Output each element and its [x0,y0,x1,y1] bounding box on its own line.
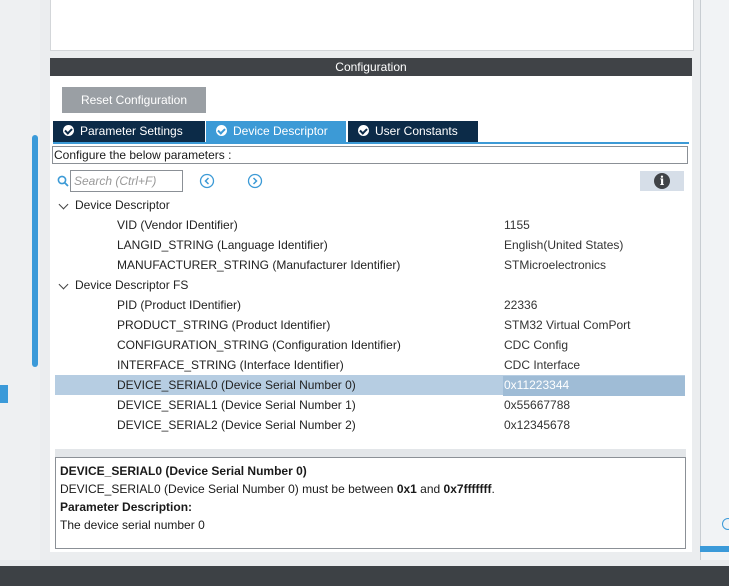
param-name: CONFIGURATION_STRING (Configuration Iden… [117,338,401,352]
tab-parameter-settings[interactable]: Parameter Settings [53,121,205,142]
param-row-device-serial0-value: 0x11223344 [55,375,685,395]
param-name: MANUFACTURER_STRING (Manufacturer Identi… [117,258,401,272]
tab-device-descriptor[interactable]: Device Descriptor [206,121,346,142]
top-panel [50,0,694,51]
check-circle-icon [216,125,227,136]
param-value[interactable]: 0x11223344 [504,375,569,395]
param-name: DEVICE_SERIAL1 (Device Serial Number 1) [117,398,356,412]
tab-user-constants[interactable]: User Constants [348,121,478,142]
param-row-interface[interactable]: INTERFACE_STRING (Interface Identifier) … [55,355,685,375]
previous-result-icon[interactable] [199,173,215,189]
tab-label: User Constants [375,124,458,138]
description-title: DEVICE_SERIAL0 (Device Serial Number 0) [60,464,307,478]
check-circle-icon [63,125,74,136]
param-name: INTERFACE_STRING (Interface Identifier) [117,358,344,372]
param-row-device-serial1[interactable]: DEVICE_SERIAL1 (Device Serial Number 1) … [55,395,685,415]
chevron-down-icon [58,279,69,290]
param-name: LANGID_STRING (Language Identifier) [117,238,328,252]
radio-icon[interactable] [722,518,729,530]
param-row-pid[interactable]: PID (Product IDentifier) 22336 [55,295,685,315]
param-value[interactable]: English(United States) [504,235,623,255]
chevron-down-icon [58,199,69,210]
configure-instructions: Configure the below parameters : [52,146,688,164]
param-value[interactable]: 22336 [504,295,537,315]
group-label: Device Descriptor FS [75,278,189,292]
right-scrollbar[interactable] [700,546,729,552]
configuration-header: Configuration [50,58,692,76]
left-scrollbar[interactable] [32,135,38,367]
param-value[interactable]: 0x12345678 [504,415,570,435]
param-row-configuration[interactable]: CONFIGURATION_STRING (Configuration Iden… [55,335,685,355]
info-icon: i [654,173,670,189]
param-value[interactable]: 1155 [504,215,530,235]
param-value[interactable]: STM32 Virtual ComPort [504,315,631,335]
param-name: PRODUCT_STRING (Product Identifier) [117,318,331,332]
param-value[interactable]: 0x55667788 [504,395,570,415]
param-value[interactable]: STMicroelectronics [504,255,606,275]
tab-underline [53,142,689,144]
param-row-product[interactable]: PRODUCT_STRING (Product Identifier) STM3… [55,315,685,335]
info-button[interactable]: i [640,171,684,191]
search-icon [57,175,69,187]
param-name: VID (Vendor IDentifier) [117,218,238,232]
group-label: Device Descriptor [75,198,170,212]
next-result-icon[interactable] [247,173,263,189]
bottom-status-bar [0,566,729,586]
tree-group-device-descriptor-fs[interactable]: Device Descriptor FS [55,275,685,295]
param-name: DEVICE_SERIAL2 (Device Serial Number 2) [117,418,356,432]
param-value[interactable]: CDC Config [504,335,568,355]
description-splitter[interactable] [55,449,686,457]
reset-configuration-button[interactable]: Reset Configuration [62,87,206,113]
param-value[interactable]: CDC Interface [504,355,580,375]
tree-group-device-descriptor[interactable]: Device Descriptor [55,195,685,215]
left-selection-marker [0,385,8,403]
param-row-langid[interactable]: LANGID_STRING (Language Identifier) Engl… [55,235,685,255]
parameter-description-panel: DEVICE_SERIAL0 (Device Serial Number 0) … [55,457,686,549]
description-param-text: The device serial number 0 [60,518,205,532]
description-param-heading: Parameter Description: [60,500,193,514]
param-row-manufacturer[interactable]: MANUFACTURER_STRING (Manufacturer Identi… [55,255,685,275]
tab-label: Parameter Settings [80,124,183,138]
param-name: PID (Product IDentifier) [117,298,242,312]
param-row-device-serial2[interactable]: DEVICE_SERIAL2 (Device Serial Number 2) … [55,415,685,435]
tab-label: Device Descriptor [233,124,328,138]
param-row-vid[interactable]: VID (Vendor IDentifier) 1155 [55,215,685,235]
search-input[interactable] [70,170,183,192]
check-circle-icon [358,125,369,136]
right-panel [700,0,729,560]
description-range: DEVICE_SERIAL0 (Device Serial Number 0) … [60,482,495,496]
